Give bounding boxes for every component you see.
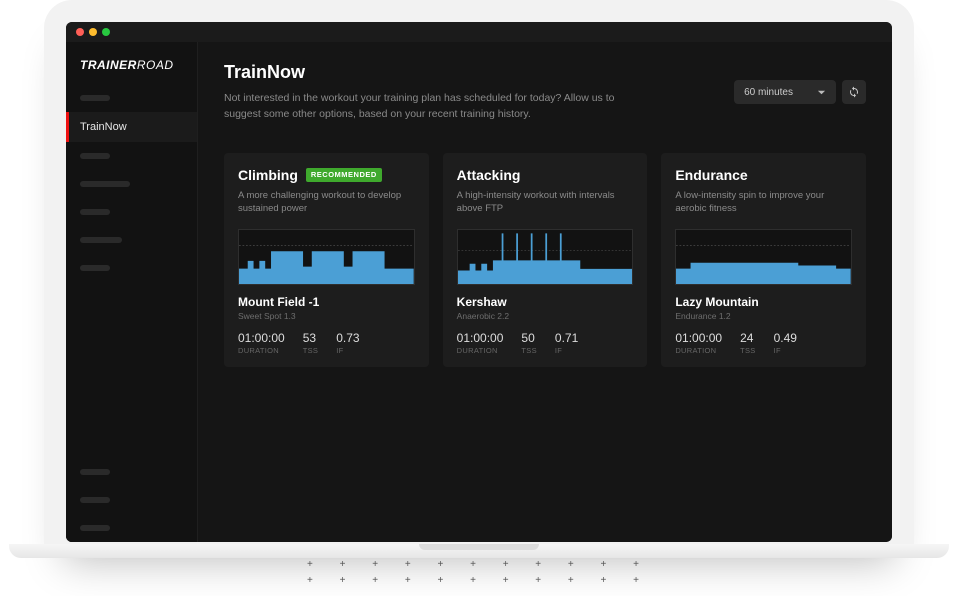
recommended-badge: RECOMMENDED <box>306 168 382 182</box>
chart-svg <box>239 230 414 284</box>
workout-type: Anaerobic 2.2 <box>457 311 634 321</box>
brand-light: ROAD <box>137 58 174 72</box>
sidebar-item-placeholder[interactable] <box>80 237 122 243</box>
page-title: TrainNow <box>224 62 714 83</box>
stat-label: IF <box>774 346 797 355</box>
minimize-icon[interactable] <box>89 28 97 36</box>
duration-select[interactable]: 60 minutes <box>734 80 836 104</box>
sidebar-item-placeholder[interactable] <box>80 95 110 101</box>
sidebar-item-placeholder[interactable] <box>80 209 110 215</box>
card-title: Attacking <box>457 167 521 183</box>
workout-type: Sweet Spot 1.3 <box>238 311 415 321</box>
workout-name: Lazy Mountain <box>675 295 852 309</box>
sidebar-nav: TrainNow <box>66 84 197 282</box>
workout-profile-chart <box>675 229 852 285</box>
duration-select-value: 60 minutes <box>744 87 793 98</box>
window-titlebar <box>66 22 892 42</box>
stat-label: IF <box>336 346 359 355</box>
workout-stats: 01:00:00DURATION 53TSS 0.73IF <box>238 331 415 355</box>
stat-duration: 01:00:00 <box>675 331 722 345</box>
stat-label: TSS <box>303 346 319 355</box>
chevron-down-icon <box>817 88 826 97</box>
sidebar-item-placeholder[interactable] <box>80 153 110 159</box>
stat-if: 0.49 <box>774 331 797 345</box>
sidebar-item-placeholder[interactable] <box>80 497 110 503</box>
card-description: A low-intensity spin to improve your aer… <box>675 189 852 216</box>
sidebar-item-label: TrainNow <box>80 121 127 133</box>
stat-duration: 01:00:00 <box>238 331 285 345</box>
refresh-icon <box>848 86 860 98</box>
decorative-plus-grid: + + + + + + + + + + + + + + + + + + + + … <box>307 557 651 589</box>
workout-name: Mount Field -1 <box>238 295 415 309</box>
stat-label: DURATION <box>238 346 285 355</box>
sidebar-item-placeholder[interactable] <box>80 469 110 475</box>
brand-logo: TRAINERROAD <box>66 42 197 84</box>
laptop-base <box>9 544 949 558</box>
stat-label: TSS <box>740 346 756 355</box>
workout-type: Endurance 1.2 <box>675 311 852 321</box>
sidebar-item-placeholder[interactable] <box>80 525 110 531</box>
app-root: TRAINERROAD TrainNow <box>66 42 892 542</box>
workout-cards: Climbing RECOMMENDED A more challenging … <box>224 153 866 368</box>
workout-profile-chart <box>457 229 634 285</box>
main-content: TrainNow Not interested in the workout y… <box>198 42 892 542</box>
stat-tss: 53 <box>303 331 319 345</box>
workout-card-climbing[interactable]: Climbing RECOMMENDED A more challenging … <box>224 153 429 368</box>
stat-label: DURATION <box>675 346 722 355</box>
workout-card-endurance[interactable]: Endurance A low-intensity spin to improv… <box>661 153 866 368</box>
stat-duration: 01:00:00 <box>457 331 504 345</box>
sidebar-item-trainnow[interactable]: TrainNow <box>66 112 197 142</box>
sidebar-item-placeholder[interactable] <box>80 265 110 271</box>
stat-if: 0.71 <box>555 331 578 345</box>
card-title: Endurance <box>675 167 747 183</box>
workout-card-attacking[interactable]: Attacking A high-intensity workout with … <box>443 153 648 368</box>
sidebar-item-placeholder[interactable] <box>80 181 130 187</box>
chart-svg <box>458 230 633 284</box>
brand-bold: TRAINER <box>80 58 137 72</box>
chart-svg <box>676 230 851 284</box>
stat-tss: 50 <box>521 331 537 345</box>
header-controls: 60 minutes <box>734 80 866 104</box>
stat-if: 0.73 <box>336 331 359 345</box>
close-icon[interactable] <box>76 28 84 36</box>
maximize-icon[interactable] <box>102 28 110 36</box>
sidebar: TRAINERROAD TrainNow <box>66 42 198 542</box>
screen: TRAINERROAD TrainNow <box>66 22 892 542</box>
stat-label: IF <box>555 346 578 355</box>
stat-label: TSS <box>521 346 537 355</box>
sidebar-nav-bottom <box>66 458 197 542</box>
laptop-frame: TRAINERROAD TrainNow <box>44 0 914 552</box>
workout-stats: 01:00:00DURATION 24TSS 0.49IF <box>675 331 852 355</box>
card-title: Climbing <box>238 167 298 183</box>
refresh-button[interactable] <box>842 80 866 104</box>
page-description: Not interested in the workout your train… <box>224 91 654 123</box>
workout-profile-chart <box>238 229 415 285</box>
stat-label: DURATION <box>457 346 504 355</box>
workout-name: Kershaw <box>457 295 634 309</box>
card-description: A high-intensity workout with intervals … <box>457 189 634 216</box>
page-header: TrainNow Not interested in the workout y… <box>224 62 866 123</box>
card-description: A more challenging workout to develop su… <box>238 189 415 216</box>
stat-tss: 24 <box>740 331 756 345</box>
workout-stats: 01:00:00DURATION 50TSS 0.71IF <box>457 331 634 355</box>
